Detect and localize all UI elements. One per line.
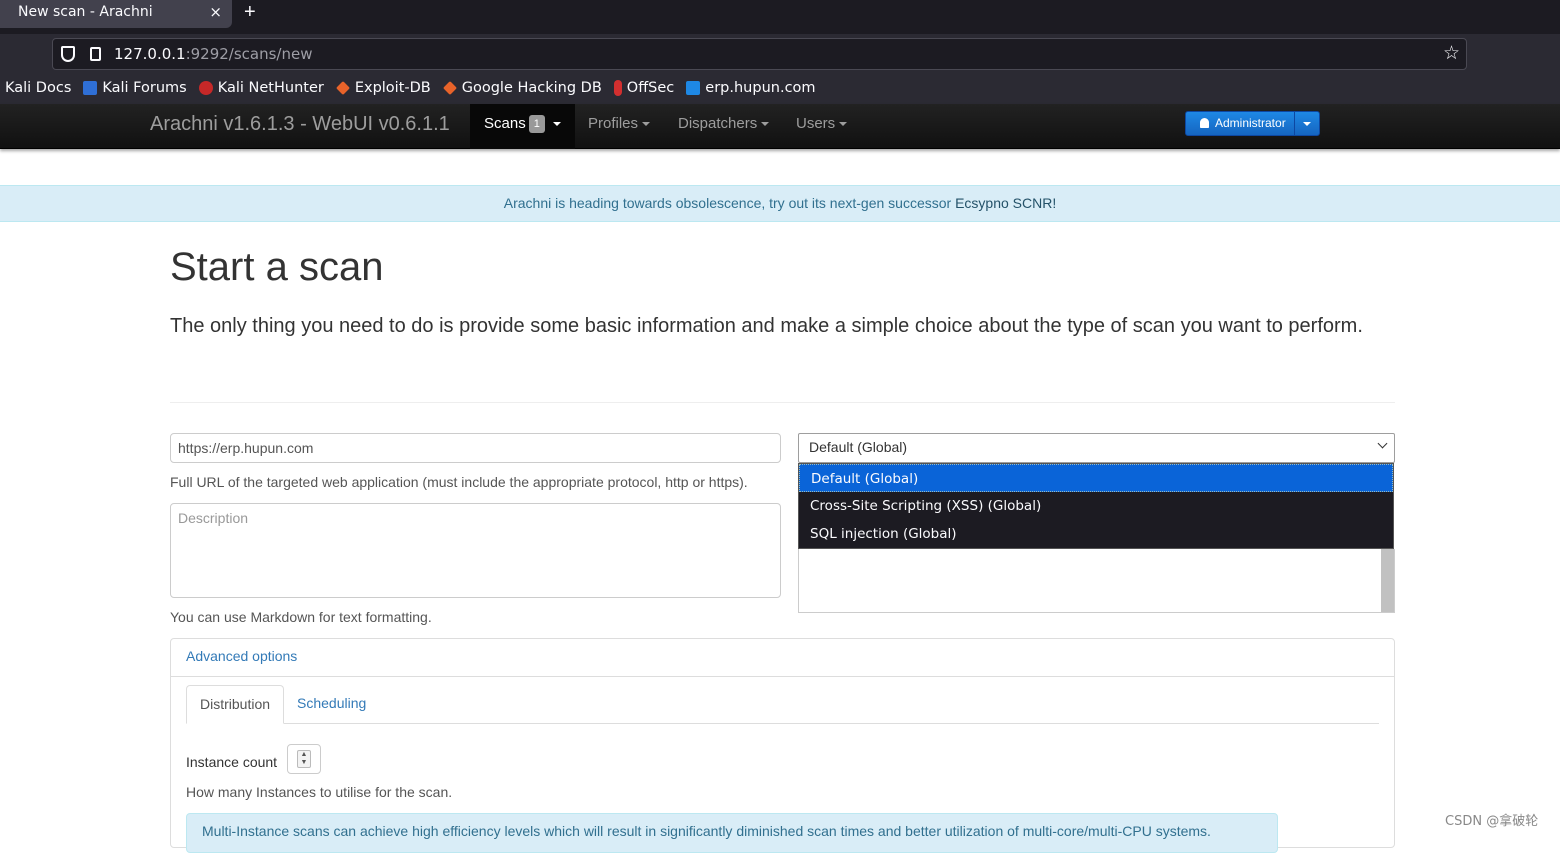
instance-count-help: How many Instances to utilise for the sc… bbox=[186, 784, 453, 800]
close-icon[interactable]: × bbox=[209, 0, 222, 24]
admin-dropdown-toggle[interactable] bbox=[1294, 112, 1319, 135]
ghdb-icon bbox=[442, 81, 457, 95]
page-title: Start a scan bbox=[170, 245, 384, 289]
chevron-down-icon bbox=[1377, 438, 1388, 449]
bookmark-kali-forums[interactable]: Kali Forums bbox=[83, 80, 187, 96]
instance-count-label: Instance count bbox=[186, 754, 278, 770]
hupun-icon bbox=[686, 81, 701, 95]
shield-icon[interactable] bbox=[61, 46, 75, 62]
offsec-icon bbox=[613, 80, 622, 96]
bookmark-kali-docs[interactable]: Kali Docs bbox=[5, 80, 71, 96]
profile-select[interactable]: Default (Global) bbox=[798, 433, 1395, 463]
advanced-options-panel: Advanced options Distribution Scheduling… bbox=[170, 638, 1395, 853]
tab-title: New scan - Arachni bbox=[18, 4, 153, 20]
nethunter-icon bbox=[198, 81, 213, 95]
advanced-options-toggle[interactable]: Advanced options bbox=[186, 648, 297, 664]
user-icon bbox=[1200, 118, 1209, 128]
address-bar[interactable]: 127.0.0.1:9292/scans/new ☆ bbox=[52, 38, 1467, 70]
bookmark-erp-hupun[interactable]: erp.hupun.com bbox=[686, 80, 816, 96]
bookmark-star-icon[interactable]: ☆ bbox=[1443, 42, 1460, 65]
scans-count-badge: 1 bbox=[528, 115, 545, 134]
browser-tab[interactable]: New scan - Arachni × bbox=[0, 0, 232, 28]
chevron-down-icon bbox=[839, 122, 848, 127]
kali-icon bbox=[83, 81, 98, 95]
bookmarks-bar: Kali Docs Kali Forums Kali NetHunter Exp… bbox=[0, 72, 1560, 104]
nav-scans[interactable]: Scans 1 bbox=[470, 104, 575, 149]
profile-option-xss[interactable]: Cross-Site Scripting (XSS) (Global) bbox=[799, 492, 1393, 520]
page-lead: The only thing you need to do is provide… bbox=[170, 315, 1363, 337]
exploit-db-icon bbox=[335, 81, 350, 95]
description-help-text: You can use Markdown for text formatting… bbox=[170, 609, 432, 625]
url-help-text: Full URL of the targeted web application… bbox=[170, 474, 748, 490]
nav-profiles[interactable]: Profiles bbox=[588, 104, 651, 149]
advanced-options-header: Advanced options bbox=[171, 639, 1394, 677]
bookmark-kali-nethunter[interactable]: Kali NetHunter bbox=[198, 80, 324, 96]
url-text[interactable]: 127.0.0.1:9292/scans/new bbox=[114, 45, 313, 63]
page-icon bbox=[90, 47, 101, 61]
chevron-down-icon bbox=[642, 122, 651, 127]
divider bbox=[170, 402, 1395, 403]
multi-instance-info: Multi-Instance scans can achieve high ef… bbox=[186, 813, 1278, 853]
bookmark-offsec[interactable]: OffSec bbox=[613, 80, 674, 96]
app-brand[interactable]: Arachni v1.6.1.3 - WebUI v0.6.1.1 bbox=[150, 113, 450, 136]
advanced-tabs: Distribution Scheduling bbox=[186, 685, 1379, 724]
watermark: CSDN @拿破轮 bbox=[1445, 814, 1539, 829]
bookmark-google-hacking-db[interactable]: Google Hacking DB bbox=[442, 80, 602, 96]
scrollbar[interactable] bbox=[1381, 549, 1394, 612]
description-textarea[interactable]: Description bbox=[170, 503, 781, 598]
profile-description-box bbox=[798, 549, 1395, 613]
stepper-arrows-icon[interactable]: ▲ ▼ bbox=[297, 750, 311, 768]
bookmark-exploit-db[interactable]: Exploit-DB bbox=[335, 80, 431, 96]
chevron-down-icon bbox=[1303, 121, 1311, 126]
browser-tab-strip: New scan - Arachni × + bbox=[0, 0, 1560, 34]
tab-scheduling[interactable]: Scheduling bbox=[284, 685, 379, 724]
tab-distribution[interactable]: Distribution bbox=[186, 685, 285, 724]
app-navbar: Arachni v1.6.1.3 - WebUI v0.6.1.1 Scans 1… bbox=[0, 104, 1560, 149]
instance-count-stepper[interactable]: ▲ ▼ bbox=[287, 744, 321, 774]
chevron-down-icon bbox=[552, 122, 561, 127]
administrator-button[interactable]: Administrator bbox=[1185, 111, 1320, 136]
chevron-down-icon bbox=[761, 122, 770, 127]
ecsypno-link[interactable]: Ecsypno SCNR! bbox=[955, 195, 1056, 211]
target-url-input[interactable]: https://erp.hupun.com bbox=[170, 433, 781, 463]
profile-dropdown-list: Default (Global) Cross-Site Scripting (X… bbox=[798, 463, 1394, 549]
obsolescence-notice: Arachni is heading towards obsolescence,… bbox=[0, 185, 1560, 222]
profile-option-default[interactable]: Default (Global) bbox=[799, 464, 1393, 492]
browser-toolbar: 127.0.0.1:9292/scans/new ☆ bbox=[0, 34, 1560, 72]
nav-users[interactable]: Users bbox=[796, 104, 848, 149]
profile-option-sqli[interactable]: SQL injection (Global) bbox=[799, 520, 1393, 548]
new-tab-button[interactable]: + bbox=[244, 0, 256, 24]
nav-dispatchers[interactable]: Dispatchers bbox=[678, 104, 770, 149]
